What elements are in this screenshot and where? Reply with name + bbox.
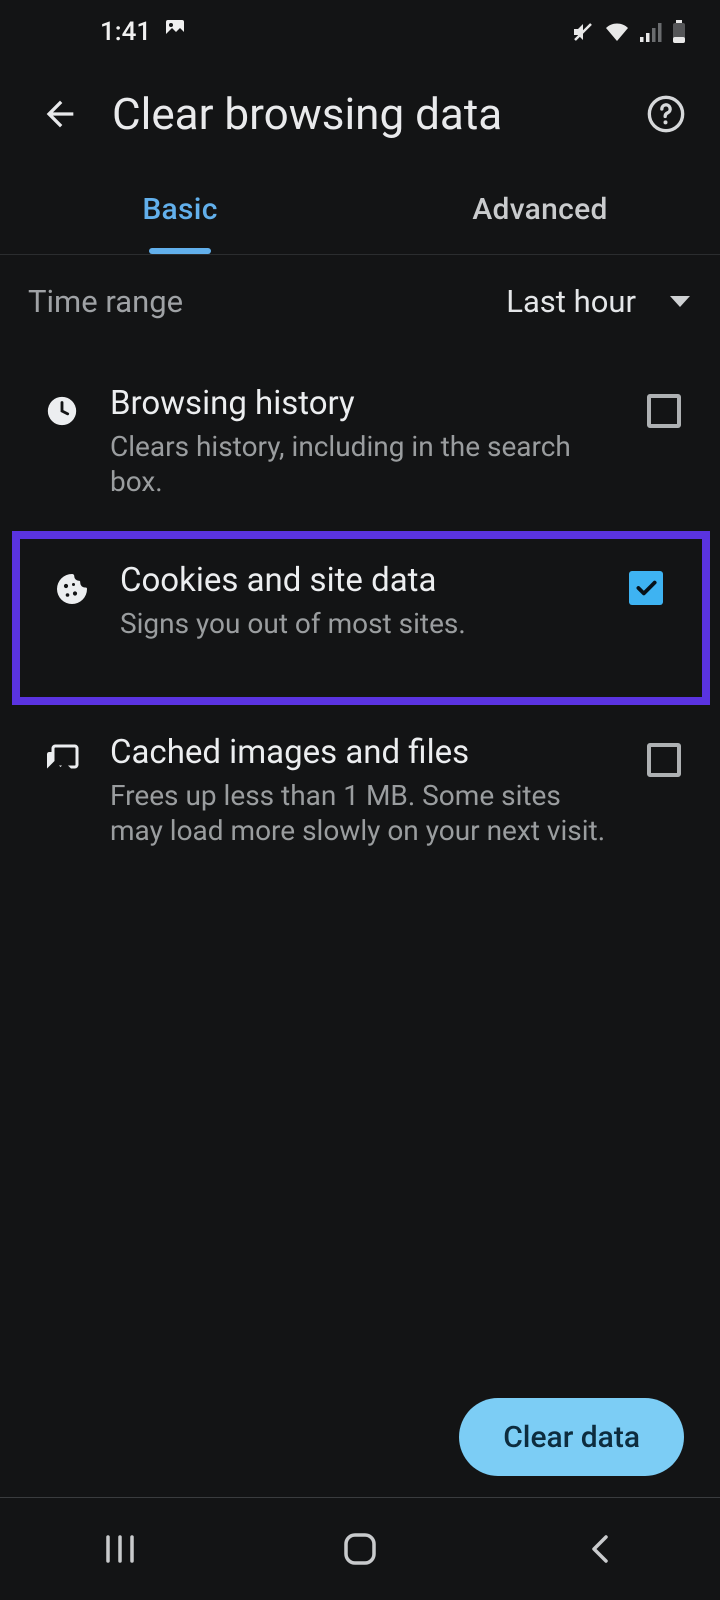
time-range-row[interactable]: Time range Last hour	[0, 255, 720, 348]
screenshot-icon	[163, 17, 187, 48]
help-icon	[646, 94, 686, 134]
nav-back-button[interactable]	[540, 1519, 660, 1579]
clear-data-label: Clear data	[503, 1420, 640, 1455]
clear-data-button[interactable]: Clear data	[459, 1398, 684, 1476]
item-browsing-history[interactable]: Browsing history Clears history, includi…	[0, 362, 720, 521]
home-icon	[342, 1531, 378, 1567]
time-range-dropdown[interactable]: Last hour	[506, 283, 690, 320]
item-title: Cached images and files	[110, 733, 618, 772]
time-range-label: Time range	[28, 283, 183, 320]
item-subtitle: Frees up less than 1 MB. Some sites may …	[110, 778, 618, 848]
check-icon	[633, 575, 659, 601]
app-bar: Clear browsing data	[0, 64, 720, 164]
system-nav-bar	[0, 1498, 720, 1600]
signal-icon	[639, 21, 663, 43]
nav-back-icon	[588, 1533, 612, 1565]
highlight-cookies: Cookies and site data Signs you out of m…	[12, 531, 710, 705]
help-button[interactable]	[636, 84, 696, 144]
tabs: Basic Advanced	[0, 164, 720, 254]
item-title: Browsing history	[110, 384, 618, 423]
page-title: Clear browsing data	[112, 88, 636, 140]
battery-icon	[672, 20, 686, 44]
item-title: Cookies and site data	[120, 561, 600, 600]
checkbox-browsing-history[interactable]	[647, 394, 681, 428]
chevron-down-icon	[670, 296, 690, 307]
status-time: 1:41	[100, 17, 151, 47]
tab-advanced[interactable]: Advanced	[360, 164, 720, 254]
recents-icon	[103, 1534, 137, 1564]
images-icon	[44, 743, 80, 783]
mute-icon	[571, 20, 595, 44]
checkbox-cookies[interactable]	[629, 571, 663, 605]
items-list: Browsing history Clears history, includi…	[0, 348, 720, 870]
status-right	[571, 20, 686, 44]
clock-icon	[45, 394, 79, 432]
time-range-value: Last hour	[506, 283, 636, 320]
nav-home-button[interactable]	[300, 1519, 420, 1579]
nav-recents-button[interactable]	[60, 1519, 180, 1579]
status-bar: 1:41	[0, 0, 720, 64]
wifi-icon	[604, 21, 630, 43]
tab-basic-label: Basic	[142, 192, 217, 227]
back-button[interactable]	[24, 78, 96, 150]
arrow-left-icon	[40, 94, 80, 134]
checkbox-cached-images[interactable]	[647, 743, 681, 777]
item-subtitle: Clears history, including in the search …	[110, 429, 618, 499]
cookie-icon	[54, 571, 90, 611]
item-cookies[interactable]: Cookies and site data Signs you out of m…	[20, 553, 692, 673]
status-left: 1:41	[100, 17, 187, 48]
item-subtitle: Signs you out of most sites.	[120, 606, 600, 641]
tab-basic[interactable]: Basic	[0, 164, 360, 254]
tab-advanced-label: Advanced	[472, 192, 607, 227]
item-cached-images[interactable]: Cached images and files Frees up less th…	[0, 711, 720, 870]
